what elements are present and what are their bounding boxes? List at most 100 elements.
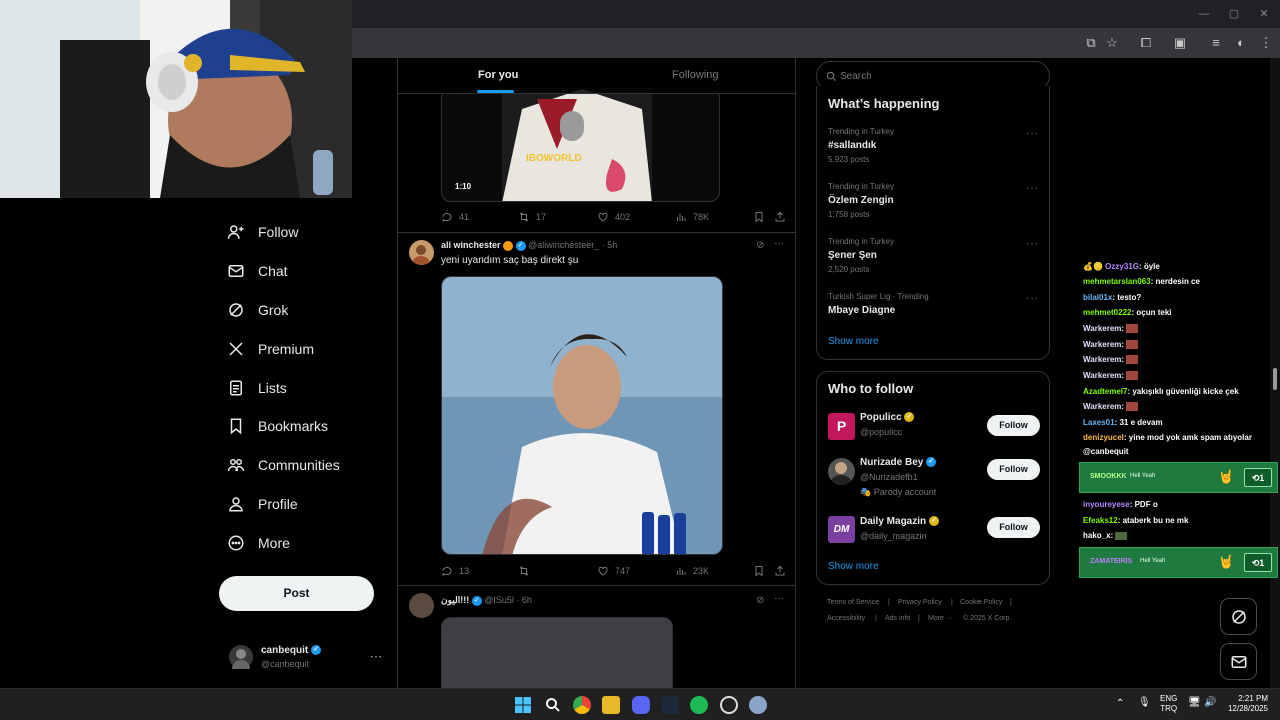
search-icon[interactable] (544, 696, 562, 714)
repost-button[interactable]: 17 (518, 211, 546, 223)
like-button[interactable]: 747 (597, 565, 630, 577)
grok-icon[interactable]: ⊘ (756, 240, 764, 251)
more-dots-icon[interactable]: ··· (370, 649, 382, 663)
tweet-author-name[interactable]: ali winchester (441, 240, 501, 250)
tweet-author-handle[interactable]: @ISu5l (484, 595, 514, 605)
repost-icon (519, 566, 529, 576)
follow-suggestion[interactable]: Nurizade Bey ✓ @Nurizadefb1 🎭 Parody acc… (817, 455, 1051, 505)
tab-search-icon[interactable]: ▣ (1172, 35, 1188, 51)
volume-icon[interactable]: 🔊 (1204, 697, 1216, 708)
share-button[interactable] (774, 565, 786, 577)
steam-icon[interactable] (661, 696, 679, 714)
more-dots-icon[interactable]: ··· (1026, 128, 1039, 139)
video-player[interactable]: IBOWORLD 1:10 (441, 88, 720, 202)
follow-suggestion[interactable]: DM Daily Magazin ✓ @daily_magazin Follow (817, 515, 1051, 555)
post-button[interactable]: Post (219, 576, 374, 611)
tweet-time[interactable]: · 6h (516, 595, 532, 605)
footer-link[interactable]: Privacy Policy (898, 599, 942, 606)
tweet-author-handle[interactable]: @aliwinchesteer_ (528, 240, 599, 250)
nav-item-more[interactable]: More (226, 528, 290, 558)
chevron-up-icon[interactable]: ⌃ (1116, 698, 1124, 709)
grok-icon[interactable]: ⊘ (756, 595, 764, 606)
settings-gear-icon[interactable] (749, 696, 767, 714)
clock[interactable]: 2:21 PM 12/28/2025 (1226, 694, 1268, 714)
chat-message: Warkerem: (1083, 324, 1139, 334)
bookmark-button[interactable] (753, 565, 765, 577)
share-button[interactable] (774, 211, 786, 223)
chat-message: Laxes01: 31 e devam (1083, 418, 1163, 427)
more-dots-icon[interactable]: ··· (774, 593, 784, 604)
trend-item[interactable]: Trending in Turkey #sallandık 5,923 post… (817, 124, 1051, 174)
follow-button[interactable]: Follow (987, 517, 1040, 538)
profile-avatar-icon[interactable]: ◐ (1233, 35, 1249, 51)
reply-button[interactable]: 13 (441, 565, 469, 577)
chat-text: : yine mod yok amk spam atıyolar (1123, 433, 1252, 442)
tab-following[interactable]: Following (672, 69, 718, 81)
trend-item[interactable]: Trending in Turkey Özlem Zengin 1,758 po… (817, 179, 1051, 229)
close-icon[interactable]: ✕ (1256, 6, 1272, 22)
footer-link[interactable]: Cookie Policy (960, 599, 1002, 606)
tweet-author-name[interactable]: الیون!!! (441, 595, 469, 605)
network-icon[interactable]: 🖥 (1188, 697, 1201, 708)
footer-more-link[interactable]: More ··· (928, 615, 953, 622)
repost-button[interactable] (518, 565, 536, 577)
file-explorer-icon[interactable] (602, 696, 620, 714)
tab-for-you[interactable]: For you (478, 69, 518, 81)
views-count: 78K (693, 212, 710, 222)
extensions-icon[interactable]: ⧠ (1138, 35, 1154, 51)
more-dots-icon[interactable]: ··· (1026, 183, 1039, 194)
follow-suggestion[interactable]: P Populicc ✓ @populicc Follow (817, 410, 1051, 450)
footer-link[interactable]: Accessibility (827, 615, 865, 622)
messages-floating-button[interactable] (1220, 643, 1257, 680)
tweet-time[interactable]: · 5h (602, 240, 618, 250)
nav-item-follow[interactable]: Follow (226, 217, 298, 247)
tweet-image[interactable] (441, 617, 673, 688)
like-button[interactable]: 402 (597, 211, 630, 223)
bookmark-button[interactable] (753, 211, 765, 223)
footer-link[interactable]: Ads info (885, 615, 910, 622)
trend-item[interactable]: Trending in Turkey Şener Şen 2,520 posts… (817, 234, 1051, 284)
install-app-icon[interactable]: ⧉ (1083, 35, 1099, 51)
nav-item-bookmarks[interactable]: Bookmarks (226, 411, 328, 441)
nav-label: Chat (258, 263, 288, 279)
nav-item-chat[interactable]: Chat (226, 256, 288, 286)
more-dots-icon[interactable]: ··· (774, 238, 784, 249)
nav-item-lists[interactable]: Lists (226, 373, 287, 403)
follow-button[interactable]: Follow (987, 459, 1040, 480)
media-control-icon[interactable]: ≡ (1208, 35, 1224, 51)
follow-button[interactable]: Follow (987, 415, 1040, 436)
search-input[interactable]: Search (840, 71, 872, 82)
nav-item-profile[interactable]: Profile (226, 489, 298, 519)
language-indicator[interactable]: ENG TRQ (1160, 694, 1177, 714)
minimize-icon[interactable]: — (1196, 6, 1212, 22)
views-button[interactable]: 23K (675, 565, 709, 577)
spotify-icon[interactable] (690, 696, 708, 714)
bookmark-star-icon[interactable]: ☆ (1104, 35, 1120, 51)
page-scrollbar[interactable] (1270, 58, 1280, 688)
nav-item-grok[interactable]: Grok (226, 295, 288, 325)
trend-item[interactable]: Turkish Super Lig · Trending Mbaye Diagn… (817, 289, 1051, 323)
windows-start-icon[interactable] (514, 696, 532, 714)
scrollbar-thumb[interactable] (1273, 368, 1277, 390)
add-person-icon (226, 222, 246, 242)
avatar[interactable] (409, 240, 434, 265)
more-dots-icon[interactable]: ··· (1026, 238, 1039, 249)
footer-link[interactable]: Terms of Service (827, 599, 879, 606)
views-button[interactable]: 78K (675, 211, 709, 223)
discord-icon[interactable] (632, 696, 650, 714)
more-dots-icon[interactable]: ··· (1026, 293, 1039, 304)
windows-taskbar: ⌃ 🎙 ENG TRQ 🖥 🔊 2:21 PM 12/28/2025 (0, 688, 1280, 720)
show-more-link[interactable]: Show more (828, 561, 879, 572)
microphone-icon[interactable]: 🎙 (1138, 697, 1151, 708)
obs-icon[interactable] (720, 696, 738, 714)
tweet-image[interactable] (441, 276, 723, 555)
nav-item-premium[interactable]: Premium (226, 334, 314, 364)
chrome-icon[interactable] (573, 696, 591, 714)
grok-floating-button[interactable] (1220, 598, 1257, 635)
maximize-icon[interactable]: ▢ (1226, 6, 1242, 22)
show-more-link[interactable]: Show more (828, 336, 879, 347)
browser-menu-icon[interactable]: ⋮ (1258, 35, 1274, 51)
avatar[interactable] (409, 593, 434, 618)
reply-button[interactable]: 41 (441, 211, 469, 223)
nav-item-communities[interactable]: Communities (226, 450, 340, 480)
